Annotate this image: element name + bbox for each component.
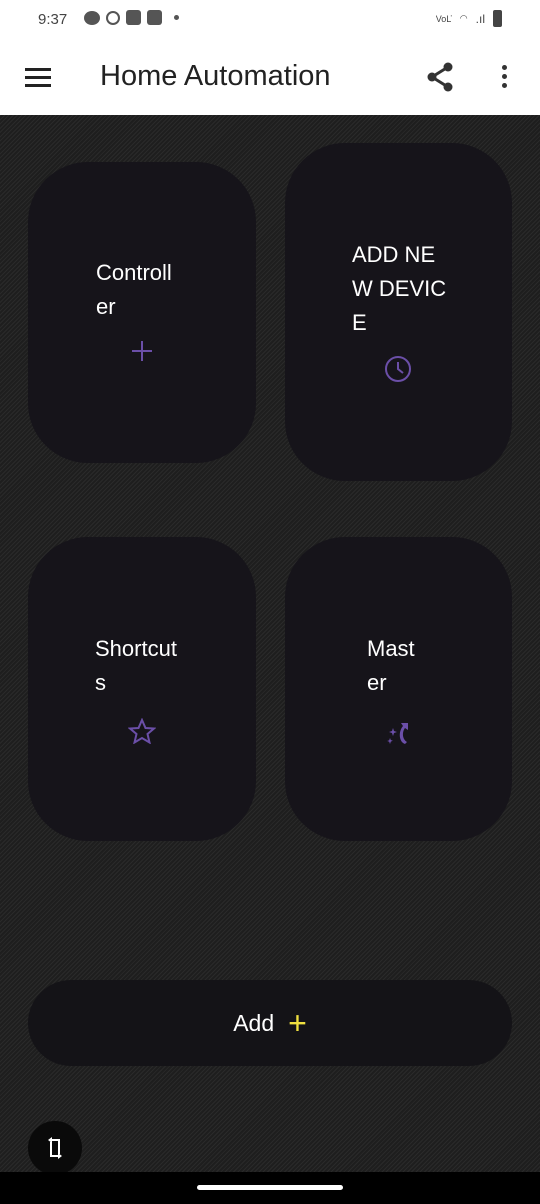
card-label: Shortcuts	[95, 636, 177, 695]
dashboard: Controller ADD NEW DEVICE Shortcuts Mast…	[0, 115, 540, 1175]
add-label: Add	[233, 1009, 275, 1036]
status-time: 9:37	[38, 11, 68, 28]
rotate-icon	[48, 1137, 62, 1159]
signal-icon: .ıl	[475, 11, 485, 26]
battery-icon	[493, 10, 502, 27]
card-label: Master	[367, 636, 415, 695]
volte-icon: VoLTE	[435, 14, 452, 23]
card-shortcuts[interactable]: Shortcuts	[28, 537, 256, 841]
plus-icon: +	[288, 1005, 307, 1041]
card-label: Controller	[96, 260, 172, 319]
clock-icon	[385, 356, 411, 382]
wifi-icon: ◠	[459, 13, 468, 23]
more-options-icon[interactable]	[502, 65, 508, 92]
share-icon[interactable]	[426, 62, 454, 92]
card-master[interactable]: Master	[285, 537, 512, 841]
notification-icons	[84, 10, 179, 25]
home-gesture-handle[interactable]	[197, 1185, 343, 1190]
shop-icon	[147, 10, 162, 25]
card-add-new-device[interactable]: ADD NEW DEVICE	[285, 143, 512, 481]
dot-icon	[174, 15, 179, 20]
card-controller[interactable]: Controller	[28, 162, 256, 463]
add-button[interactable]: Add +	[28, 980, 512, 1066]
shop-icon	[126, 10, 141, 25]
page-title: Home Automation	[100, 60, 331, 92]
status-bar: 9:37 VoLTE ◠ .ıl	[0, 0, 540, 40]
rotate-screen-button[interactable]	[28, 1121, 82, 1175]
star-icon	[128, 718, 156, 744]
message-icon	[84, 10, 100, 25]
settings-icon	[106, 10, 120, 25]
navigation-bar	[0, 1172, 540, 1204]
card-label: ADD NEW DEVICE	[352, 242, 447, 335]
system-icons: VoLTE ◠ .ıl	[436, 10, 502, 27]
plus-icon	[132, 341, 152, 361]
magic-icon	[387, 723, 408, 744]
menu-icon[interactable]	[25, 68, 51, 92]
app-bar: Home Automation	[0, 40, 540, 115]
